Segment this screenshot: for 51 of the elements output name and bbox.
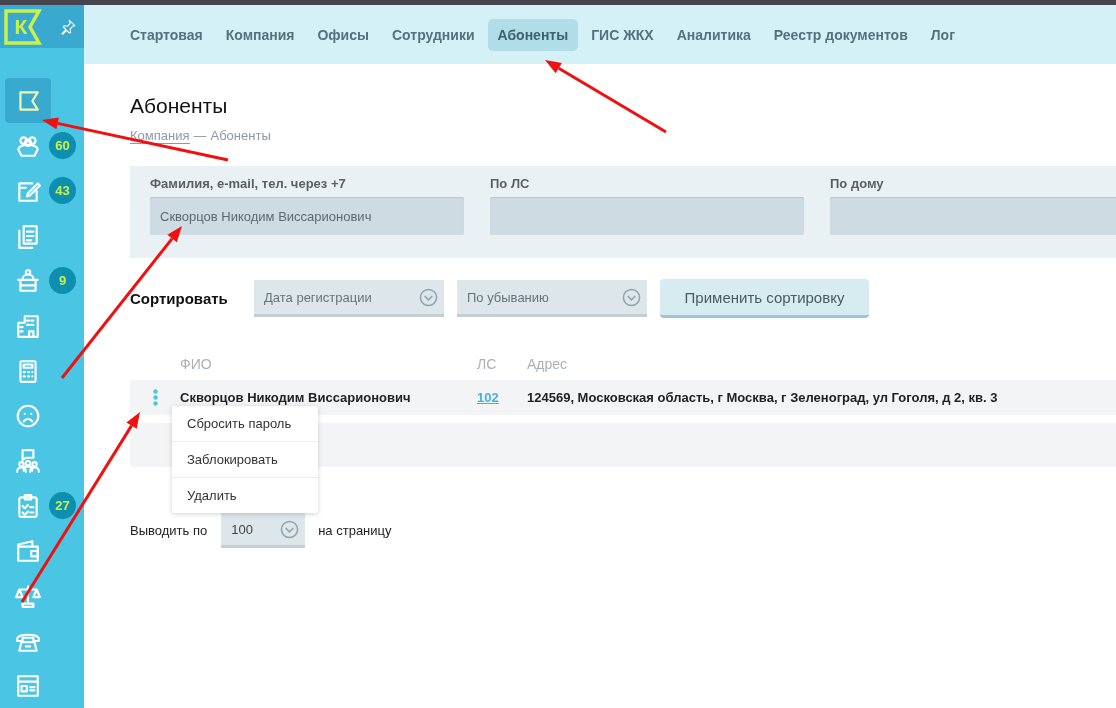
breadcrumb-current: Абоненты xyxy=(210,128,271,144)
nav-tab[interactable]: Компания xyxy=(215,18,305,51)
more-icon[interactable] xyxy=(152,389,158,406)
breadcrumb-separator: — xyxy=(193,128,207,144)
clipboard-checklist-icon xyxy=(15,492,41,519)
count-badge: 9 xyxy=(49,267,76,294)
nav-tab[interactable]: Офисы xyxy=(307,18,379,51)
pin-icon[interactable] xyxy=(60,18,76,35)
column-header: Адрес xyxy=(527,356,568,372)
table-cell: Скворцов Никодим Виссарионович xyxy=(180,390,411,405)
nav-tab[interactable]: Аналитика xyxy=(666,18,761,51)
nav-tab[interactable]: Лог xyxy=(920,18,965,51)
pagination-label: на страницу xyxy=(318,523,392,538)
chevron-down-icon xyxy=(622,287,641,307)
page-title: Абоненты xyxy=(130,94,229,118)
filter-label: Фамилия, e-mail, тел. через +7 xyxy=(150,176,347,191)
nav-tab[interactable]: Реестр документов xyxy=(763,18,918,51)
search-field[interactable] xyxy=(830,197,1116,235)
pagination-label: Выводить по xyxy=(130,523,208,538)
search-field[interactable] xyxy=(490,197,804,235)
breadcrumb-link[interactable]: Компания xyxy=(130,128,190,144)
nav-tab[interactable]: Абоненты xyxy=(487,18,579,51)
reception-desk-icon xyxy=(15,267,41,294)
scales-icon xyxy=(15,582,41,609)
count-badge: 43 xyxy=(49,177,76,204)
sad-face-icon xyxy=(15,402,41,429)
filter-label: По ЛС xyxy=(490,176,531,191)
nav-tab[interactable]: Стартовая xyxy=(120,18,213,51)
window-icon xyxy=(15,672,41,699)
apply-sort-button[interactable]: Применить сортировку xyxy=(660,279,869,318)
sort-dropdown[interactable]: Дата регистрации xyxy=(254,280,444,317)
page-size-dropdown[interactable]: 100 xyxy=(221,513,306,548)
chevron-down-icon xyxy=(280,519,300,539)
group-chat-icon xyxy=(15,447,41,474)
building-icon xyxy=(15,312,41,339)
sidebar-item[interactable] xyxy=(5,78,51,123)
sort-label: Сортировать xyxy=(130,290,229,307)
nav-tab[interactable]: ГИС ЖКХ xyxy=(581,18,664,51)
sort-dropdown[interactable]: По убыванию xyxy=(457,280,647,317)
table-cell: 124569, Московская область, г Москва, г Зеленоград, ул Гоголя, д 2, кв. 3 xyxy=(527,390,998,405)
documents-icon xyxy=(15,222,41,249)
menu-item[interactable]: Сбросить пароль xyxy=(172,406,318,441)
search-field[interactable]: Скворцов Никодим Виссарионович xyxy=(150,197,464,235)
count-badge: 60 xyxy=(49,132,76,159)
column-header: ЛС xyxy=(477,356,498,372)
column-header: ФИО xyxy=(179,356,213,372)
wallet-icon xyxy=(15,537,41,564)
count-badge: 27 xyxy=(49,492,76,519)
nav-tab[interactable]: Сотрудники xyxy=(382,18,485,51)
filter-label: По дому xyxy=(830,176,885,191)
chevron-down-icon xyxy=(419,287,438,307)
